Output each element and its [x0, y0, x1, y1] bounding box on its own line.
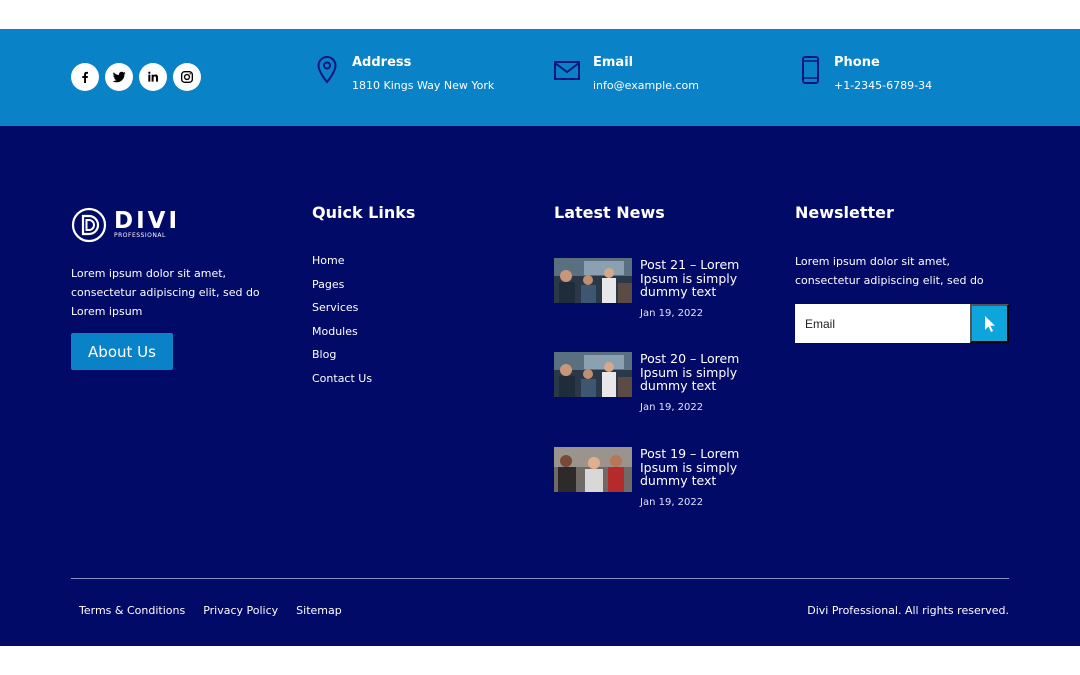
address-value: 1810 Kings Way New York — [352, 79, 495, 92]
news-item: Post 21 – Lorem Ipsum is simply dummy te… — [554, 258, 754, 328]
logo-text: DIVI — [114, 208, 181, 234]
phone-value[interactable]: +1-2345-6789-34 — [834, 79, 932, 93]
latest-news-title: Latest News — [554, 203, 665, 222]
quick-links-title: Quick Links — [312, 203, 416, 222]
phone-info: Phone +1-2345-6789-34 — [800, 55, 932, 93]
facebook-icon — [82, 71, 88, 83]
quick-links-list: Home Pages Services Modules Blog Contact… — [312, 252, 372, 393]
footer-links: Terms & Conditions Privacy Policy Sitema… — [79, 604, 342, 617]
instagram-icon — [181, 71, 193, 83]
quick-link-modules[interactable]: Modules — [312, 323, 372, 347]
news-title[interactable]: Post 19 – Lorem Ipsum is simply dummy te… — [640, 447, 750, 488]
news-title[interactable]: Post 21 – Lorem Ipsum is simply dummy te… — [640, 258, 750, 299]
cursor-pointer-icon — [984, 315, 995, 332]
about-text: Lorem ipsum dolor sit amet, consectetur … — [71, 267, 260, 318]
email-title: Email — [593, 55, 634, 70]
quick-link-home[interactable]: Home — [312, 252, 372, 276]
quick-link-services[interactable]: Services — [312, 299, 372, 323]
email-info: Email info@example.com — [553, 55, 699, 93]
terms-link[interactable]: Terms & Conditions — [79, 604, 185, 617]
newsletter-title: Newsletter — [795, 203, 894, 222]
sitemap-link[interactable]: Sitemap — [296, 604, 342, 617]
quick-link-contact-us[interactable]: Contact Us — [312, 370, 372, 394]
newsletter-submit-button[interactable] — [970, 304, 1009, 343]
copyright-text: Divi Professional. All rights reserved. — [807, 604, 1009, 617]
envelope-icon — [554, 61, 580, 80]
twitter-icon — [112, 71, 126, 83]
site-logo[interactable]: DIVI PROFESSIONAL — [71, 207, 180, 243]
social-links — [71, 63, 201, 91]
quick-link-blog[interactable]: Blog — [312, 346, 372, 370]
address-info: Address 1810 Kings Way New York — [314, 55, 494, 93]
news-item: Post 19 – Lorem Ipsum is simply dummy te… — [554, 447, 754, 517]
footer-divider — [71, 578, 1009, 579]
map-pin-icon — [317, 55, 337, 84]
linkedin-icon — [148, 71, 158, 82]
about-us-button[interactable]: About Us — [71, 333, 173, 370]
news-date: Jan 19, 2022 — [640, 402, 704, 413]
news-date: Jan 19, 2022 — [640, 308, 704, 319]
twitter-link[interactable] — [105, 63, 133, 91]
phone-icon — [802, 56, 819, 84]
newsletter-email-input[interactable] — [795, 304, 970, 343]
linkedin-link[interactable] — [139, 63, 167, 91]
news-thumbnail[interactable] — [554, 447, 632, 492]
news-title[interactable]: Post 20 – Lorem Ipsum is simply dummy te… — [640, 352, 750, 393]
address-title: Address — [352, 55, 412, 70]
news-item: Post 20 – Lorem Ipsum is simply dummy te… — [554, 352, 754, 422]
quick-link-pages[interactable]: Pages — [312, 276, 372, 300]
divi-logo-icon — [71, 207, 107, 243]
newsletter-text: Lorem ipsum dolor sit amet, consectetur … — [795, 255, 984, 287]
news-thumbnail[interactable] — [554, 352, 632, 397]
instagram-link[interactable] — [173, 63, 201, 91]
privacy-link[interactable]: Privacy Policy — [203, 604, 278, 617]
phone-title: Phone — [834, 55, 880, 70]
news-thumbnail[interactable] — [554, 258, 632, 303]
facebook-link[interactable] — [71, 63, 99, 91]
news-date: Jan 19, 2022 — [640, 497, 704, 508]
email-value[interactable]: info@example.com — [593, 79, 699, 93]
footer-main — [0, 126, 1080, 646]
